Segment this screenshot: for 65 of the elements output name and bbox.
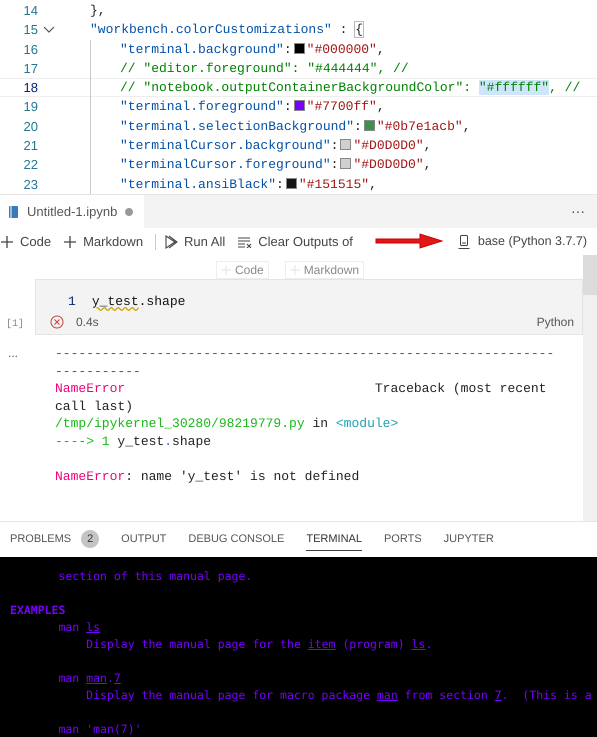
plus-icon — [290, 265, 300, 275]
code-line: // "notebook.outputContainerBackgroundColor": "#ffffff", // — [120, 79, 580, 98]
notebook-tab[interactable]: Untitled-1.ipynb — [0, 195, 144, 228]
traceback-line: /tmp/ipykernel_30280/98219779.py in <module> — [55, 415, 400, 432]
execution-count: [1] — [6, 318, 24, 332]
count-badge: 2 — [81, 530, 100, 548]
terminal-line: Display the manual page for macro package man from section 7. (This is a — [85, 687, 592, 704]
terminal-line: section of this manual page. — [57, 568, 252, 585]
panel-tab[interactable]: DEBUG CONSOLE — [188, 528, 284, 550]
code-line: }, — [90, 2, 106, 20]
line-number: 22 — [22, 156, 38, 174]
panel-tab[interactable]: PORTS — [384, 528, 422, 550]
code-line: "terminal.foreground": "#7700ff", — [120, 98, 385, 116]
plus-icon — [0, 234, 14, 248]
output-menu-button[interactable]: ... — [8, 344, 18, 362]
cell-language: Python — [536, 314, 574, 331]
panel-tab[interactable]: JUPYTER — [444, 528, 494, 550]
toolbar-button[interactable]: Code — [0, 232, 64, 252]
code-line: "terminal.ansiBlack": "#151515", — [120, 176, 377, 194]
code-line: "terminalCursor.background": "#D0D0D0", — [120, 136, 432, 155]
code-line: "terminal.background": "#000000", — [120, 40, 385, 58]
notebook-icon — [8, 204, 19, 218]
toolbar-button[interactable]: Markdown — [63, 232, 156, 252]
code-line: "terminal.selectionBackground": "#0b7e1acb", — [120, 118, 470, 136]
kernel-button[interactable]: base (Python 3.7.7) — [458, 232, 587, 251]
code-line: // "editor.foreground": "#444444", // — [120, 60, 409, 78]
line-number: 1 — [68, 293, 76, 311]
error-icon — [50, 315, 64, 329]
traceback-line: ----> 1 y_test.shape — [55, 432, 212, 450]
toolbar-button[interactable]: Run All — [164, 232, 238, 252]
terminal-line: man ls — [57, 619, 100, 636]
line-number: 19 — [22, 98, 38, 116]
line-number: 20 — [22, 118, 38, 136]
plus-icon — [221, 265, 231, 275]
line-number: 23 — [22, 176, 38, 194]
clear-icon — [237, 236, 252, 248]
execution-time: 0.4s — [76, 314, 99, 331]
traceback-line: NameError Traceback (most recent call last) — [55, 380, 548, 415]
panel-tab[interactable]: PROBLEMS 2 — [10, 528, 100, 550]
run-all-icon — [164, 234, 178, 248]
panel-tab[interactable]: TERMINAL — [306, 528, 362, 550]
terminal-line: Display the manual page for the item (program) ls. — [85, 636, 432, 653]
annotation-arrow — [374, 233, 444, 249]
line-number: 14 — [22, 2, 38, 20]
terminal-line: man 'man(7)' — [57, 721, 142, 737]
error-message: NameError: name 'y_test' is not defined — [55, 468, 360, 485]
scrollbar[interactable] — [583, 255, 597, 521]
toolbar-button[interactable]: Clear Outputs of — [237, 232, 365, 252]
terminal-heading: EXAMPLES — [10, 602, 66, 619]
traceback-line: --------------------------------------------------------------------------- — [55, 345, 555, 380]
code-cell[interactable]: 1 y_test.shape 0.4s Python — [35, 279, 583, 335]
more-actions-button[interactable]: ··· — [559, 195, 597, 228]
line-number: 21 — [22, 136, 38, 155]
line-number: 15 — [22, 21, 38, 40]
plus-icon — [63, 234, 78, 248]
code-line: y_test.shape — [92, 293, 186, 311]
terminal-line: man man.7 — [57, 670, 121, 687]
line-number: 18 — [22, 79, 38, 98]
code-line: "workbench.colorCustomizations" : { — [90, 21, 364, 40]
kernel-icon — [458, 234, 470, 248]
code-line: "terminalCursor.foreground": "#D0D0D0", — [120, 156, 432, 174]
line-number: 16 — [22, 40, 38, 58]
panel-tab[interactable]: OUTPUT — [121, 528, 166, 550]
chevron-icon[interactable] — [43, 26, 55, 34]
line-number: 17 — [22, 60, 38, 78]
